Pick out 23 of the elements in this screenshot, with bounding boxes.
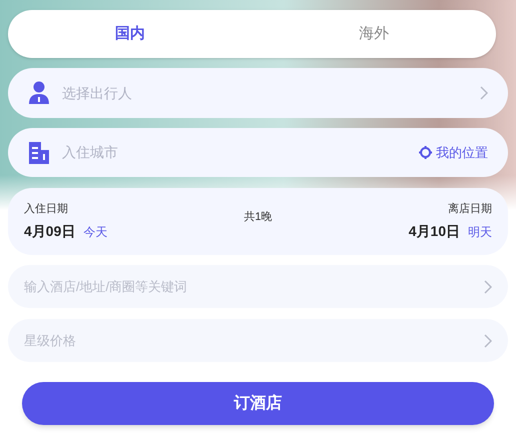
checkin-day: 今天 (83, 222, 108, 241)
star-price-placeholder: 星级价格 (24, 332, 77, 350)
building-icon (28, 140, 50, 164)
date-card[interactable]: 入住日期 4月09日 今天 共1晚 离店日期 4月10日 明天 (8, 188, 508, 255)
my-location-link[interactable]: 我的位置 (419, 142, 488, 162)
checkout-label: 离店日期 (448, 202, 492, 217)
traveler-placeholder: 选择出行人 (62, 84, 133, 102)
city-field[interactable]: 入住城市 我的位置 (8, 128, 508, 177)
chevron-right-icon (484, 280, 492, 294)
nights-count: 共1晚 (244, 210, 272, 226)
checkin-date: 4月09日 (24, 222, 76, 242)
chevron-right-icon (484, 334, 492, 348)
person-icon (28, 81, 50, 105)
chevron-right-icon (480, 86, 488, 100)
checkout-date: 4月10日 (408, 222, 460, 242)
checkin-label: 入住日期 (24, 202, 69, 217)
tab[interactable]: 国内 (8, 10, 252, 58)
crosshair-icon (419, 146, 432, 159)
checkout-day: 明天 (468, 222, 492, 241)
book-hotel-button[interactable]: 订酒店 (22, 382, 494, 425)
keyword-placeholder: 输入酒店/地址/商圈等关键词 (24, 278, 188, 296)
city-placeholder: 入住城市 (62, 143, 119, 162)
tab[interactable]: 海外 (252, 10, 496, 58)
